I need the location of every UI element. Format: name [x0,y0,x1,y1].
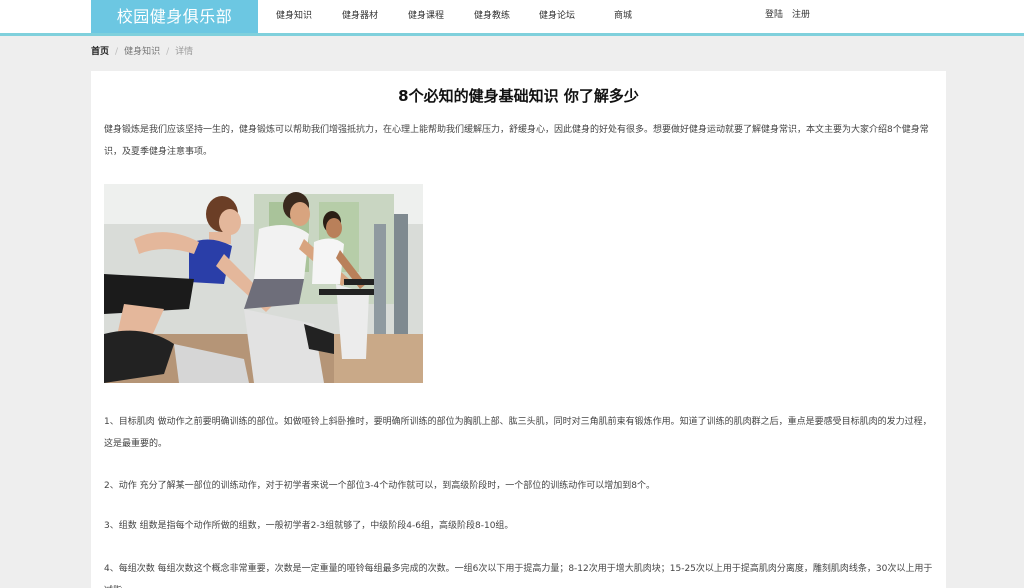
nav-shop[interactable]: 商城 [614,0,632,33]
article-intro: 健身锻炼是我们应该坚持一生的，健身锻炼可以帮助我们增强抵抗力，在心理上能帮助我们… [104,125,929,157]
breadcrumb-separator: / [166,47,170,57]
article-paragraph: 1、目标肌肉 做动作之前要明确训练的部位。如做哑铃上斜卧推时，要明确所训练的部位… [104,417,932,449]
nav-fitness-knowledge[interactable]: 健身知识 [276,0,312,33]
top-header: 校园健身俱乐部 健身知识 健身器材 健身课程 健身教练 健身论坛 商城 登陆 注… [0,0,1024,36]
nav-fitness-forum[interactable]: 健身论坛 [539,0,575,33]
article-image [104,184,423,383]
breadcrumb: 首页 / 健身知识 / 详情 [91,44,193,60]
article-paragraph: 4、每组次数 每组次数这个概念非常重要，次数是一定重量的哑铃每组最多完成的次数。… [104,564,933,588]
article-title: 8个必知的健身基础知识 你了解多少 [398,87,639,105]
article-card: 8个必知的健身基础知识 你了解多少 健身锻炼是我们应该坚持一生的，健身锻炼可以帮… [91,71,946,588]
nav-fitness-courses[interactable]: 健身课程 [408,0,444,33]
article-paragraph: 3、组数 组数是指每个动作所做的组数，一般初学者2-3组就够了，中级阶段4-6组… [104,521,514,531]
breadcrumb-home[interactable]: 首页 [91,47,109,57]
site-logo[interactable]: 校园健身俱乐部 [91,0,258,33]
login-link[interactable]: 登陆 [765,0,783,33]
breadcrumb-section[interactable]: 健身知识 [124,47,160,57]
article-paragraph: 2、动作 充分了解某一部位的训练动作，对于初学者来说一个部位3-4个动作就可以，… [104,481,656,491]
breadcrumb-separator: / [115,47,119,57]
breadcrumb-current: 详情 [175,47,194,57]
nav-fitness-coaches[interactable]: 健身教练 [474,0,510,33]
register-link[interactable]: 注册 [792,0,810,33]
nav-fitness-equipment[interactable]: 健身器材 [342,0,378,33]
